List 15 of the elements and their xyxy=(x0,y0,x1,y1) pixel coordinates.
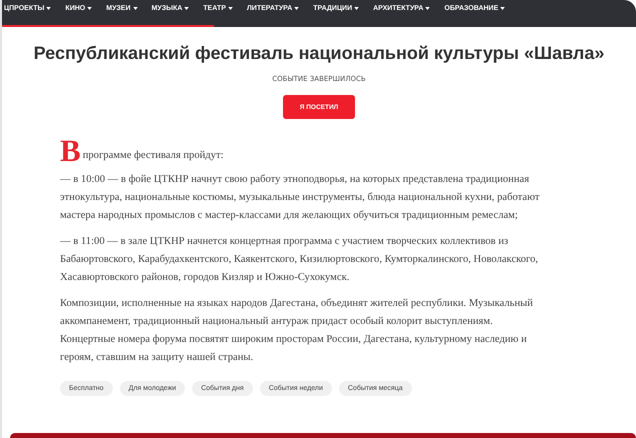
caret-icon xyxy=(425,7,430,10)
caret-icon xyxy=(132,7,138,10)
drop-cap-letter: В xyxy=(60,139,81,163)
event-title: Республиканский фестиваль национальной культуры «Шавла» xyxy=(32,42,606,64)
article-paragraph: — в 10:00 — в фойе ЦТКНР начнут свою работу этноподворья, на которых представлена традиционная этнокультура, национальные костюмы, музыкальные инструменты, блюда национальной кухни, работают мастера народных промыслов с мастер-классами для желающих обучиться традиционным ремеслам; xyxy=(60,173,541,223)
caret-icon xyxy=(46,7,52,10)
caret-icon xyxy=(354,7,360,10)
caret-icon xyxy=(184,7,190,10)
caret-icon xyxy=(294,7,300,10)
article-paragraph: — в 11:00 — в зале ЦТКНР начнется концертная программа с участием творческих коллективов из Бабаюртовского, Карабудахкентского, Каякентского, Кизилюртовского, Кумторкалинского, Новолакского, Хасавюртовского районов, городов Кизляр и Южно-Сухокумск. xyxy=(60,235,540,285)
article-paragraph: Композиции, исполненные на языках народов Дагестана, объединят жителей республики. Музыкальный аккомпанемент, традиционный национальный антураж придаст особый колорит выступлениям. Концертные номера форума посвятят широким просторам России, Дагестана, культурному наследию и героям, ставшим на защиту нашей страны. xyxy=(60,297,534,365)
intro-text: программе фестиваля пройдут: xyxy=(82,149,224,163)
caret-icon xyxy=(228,7,233,10)
caret-icon xyxy=(500,7,506,10)
caret-icon xyxy=(87,7,92,10)
